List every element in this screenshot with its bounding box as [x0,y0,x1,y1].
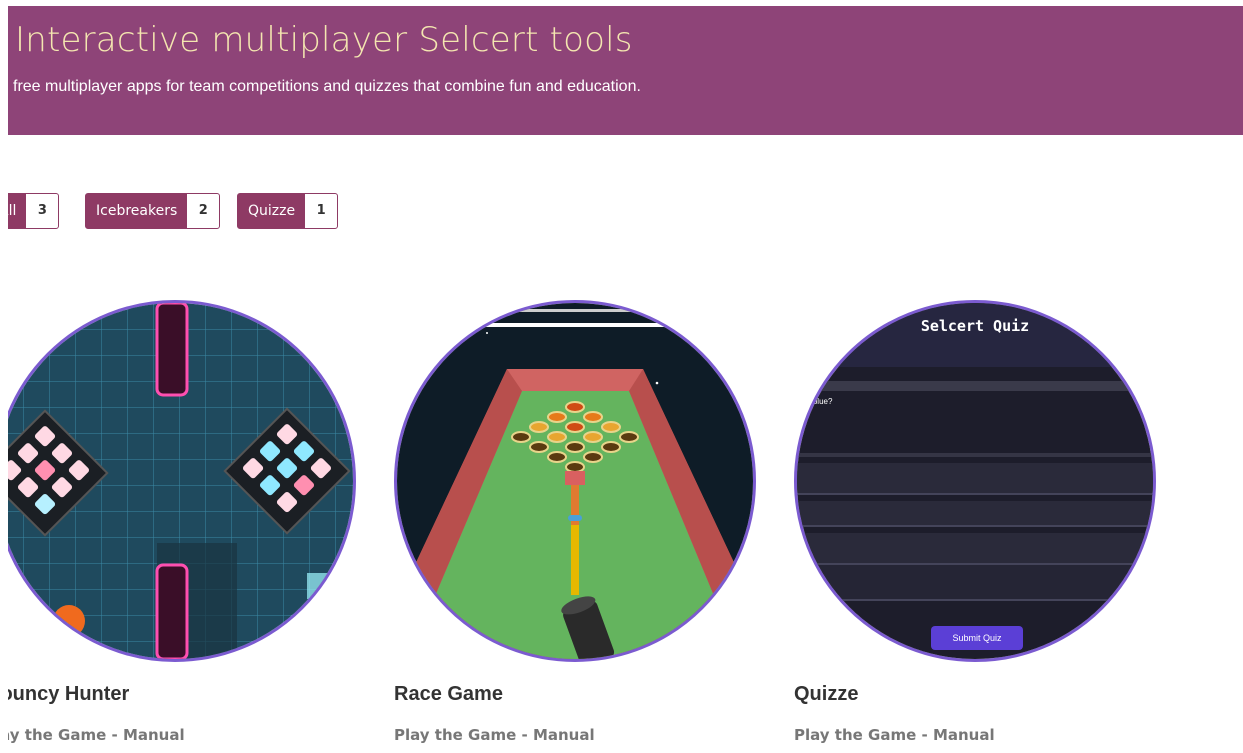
submit-quiz-button: Submit Quiz [931,626,1023,650]
quizze-thumbnail[interactable]: Selcert Quiz What do you get by mixing r… [794,300,1156,662]
page-subtitle: free multiplayer apps for team competiti… [13,78,641,95]
play-game-manual-link[interactable]: Play the Game - Manual [394,726,595,744]
filter-count-badge: 1 [305,194,338,228]
filter-count-badge: 2 [187,194,220,228]
play-game-manual-link[interactable]: Play the Game - Manual [0,726,185,744]
filter-quizze-button[interactable]: Quizze 1 [237,193,339,229]
viewport-edge [0,0,8,753]
filter-icebreakers-button[interactable]: Icebreakers 2 [85,193,221,229]
page-title: Interactive multiplayer Selcert tools [15,20,633,60]
divider [797,453,1153,457]
hero-banner: Interactive multiplayer Selcert tools fr… [8,6,1243,135]
bouncy-hunter-image [0,303,353,659]
race-game-thumbnail[interactable] [394,300,756,662]
quiz-option [797,533,1153,565]
filter-label: Icebreakers [96,203,178,219]
card-title: Quizze [794,683,859,705]
quiz-option [797,501,1153,527]
card-title: Race Game [394,683,503,705]
filter-count-badge: 3 [26,194,59,228]
quiz-question-text: What do you get by mixing red and blue? [797,397,833,406]
quiz-preview: Selcert Quiz What do you get by mixing r… [797,303,1153,659]
divider [797,381,1153,391]
filter-all-button[interactable]: All 3 [0,193,60,229]
quiz-preview-header [797,303,1153,367]
bouncy-hunter-thumbnail[interactable] [0,300,356,662]
filter-label: Quizze [248,203,296,219]
quiz-option [797,565,1153,601]
play-game-manual-link[interactable]: Play the Game - Manual [794,726,995,744]
race-game-image [397,303,753,659]
quiz-preview-title: Selcert Quiz [920,317,1030,335]
card-title: Bouncy Hunter [0,683,130,705]
quiz-option [797,463,1153,495]
